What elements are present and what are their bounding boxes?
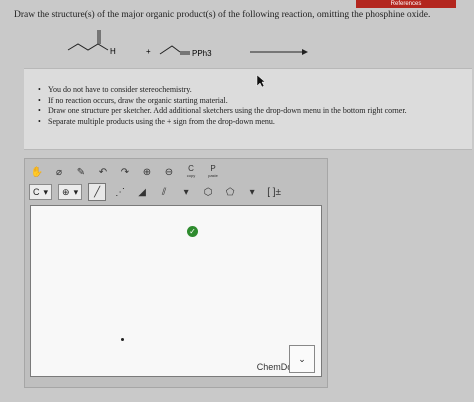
reaction-scheme: H + PPh3 [67,30,308,58]
reaction-plus: + [146,47,151,56]
redo-icon[interactable]: ↷ [117,164,133,180]
benzene-ring-icon[interactable]: ⬡ [200,184,216,200]
check-button[interactable]: ✓ [187,226,198,237]
instructions-panel: You do not have to consider stereochemis… [24,68,472,150]
instruction-item: You do not have to consider stereochemis… [38,85,472,96]
add-sketcher-dropdown[interactable]: ⌄ [289,345,315,373]
canvas-dot [121,338,124,341]
copy-label: copy [186,173,196,178]
reaction-arrow-icon [302,49,308,55]
question-prompt: Draw the structure(s) of the major organ… [14,10,431,20]
ring-icon[interactable]: ⬠ [222,184,238,200]
chevron-down-icon: ⌄ [298,353,306,364]
sketcher-toolbar-bottom: C ▾ ⊕ ▾ ╱ ⋰ ◢ ⫽ ▾ ⬡ ⬠ ▾ [ ]± [29,183,282,201]
chemdoodle-sketcher: ✋ ⌀ ✎ ↶ ↷ ⊕ ⊖ C copy P paste C ▾ ⊕ ▾ ╱ ⋰… [24,158,328,388]
bond-menu-chevron-icon[interactable]: ▾ [178,184,194,200]
ylide-label: PPh3 [192,49,212,58]
references-tab[interactable]: References [356,0,456,8]
undo-icon[interactable]: ↶ [95,164,111,180]
element-select[interactable]: C ▾ [29,184,53,200]
bracket-tool-button[interactable]: [ ]± [266,184,282,200]
single-bond-icon[interactable]: ╱ [88,183,107,201]
aldehyde-h-label: H [110,47,116,56]
instruction-item: If no reaction occurs, draw the organic … [38,96,472,107]
sketcher-canvas[interactable]: ✓ ChemDoodle® [30,205,322,377]
wedge-bond-icon[interactable]: ◢ [134,184,150,200]
eraser-icon[interactable]: ✎ [73,164,89,180]
chevron-down-icon: ▾ [43,186,49,197]
paste-letter: P [210,164,216,173]
copy-button[interactable]: C copy [183,164,199,180]
sketcher-toolbar-top: ✋ ⌀ ✎ ↶ ↷ ⊕ ⊖ C copy P paste [29,163,221,181]
paste-label: paste [208,173,218,178]
zoom-in-icon[interactable]: ⊕ [139,164,155,180]
zoom-out-icon[interactable]: ⊖ [161,164,177,180]
copy-letter: C [188,164,194,173]
ring-menu-chevron-icon[interactable]: ▾ [244,184,260,200]
multi-bond-icon[interactable]: ⫽ [156,184,172,200]
hand-icon[interactable]: ✋ [29,164,45,180]
charge-select[interactable]: ⊕ ▾ [58,184,83,200]
chevron-down-icon: ▾ [73,186,79,197]
instruction-item: Separate multiple products using the + s… [38,117,472,128]
element-value: C [33,187,40,197]
paste-button[interactable]: P paste [205,164,221,180]
instruction-item: Draw one structure per sketcher. Add add… [38,106,472,117]
dash-bond-icon[interactable]: ⋰ [112,184,128,200]
charge-icon: ⊕ [62,186,70,197]
lasso-icon[interactable]: ⌀ [51,164,67,180]
mouse-cursor-icon [256,74,266,88]
